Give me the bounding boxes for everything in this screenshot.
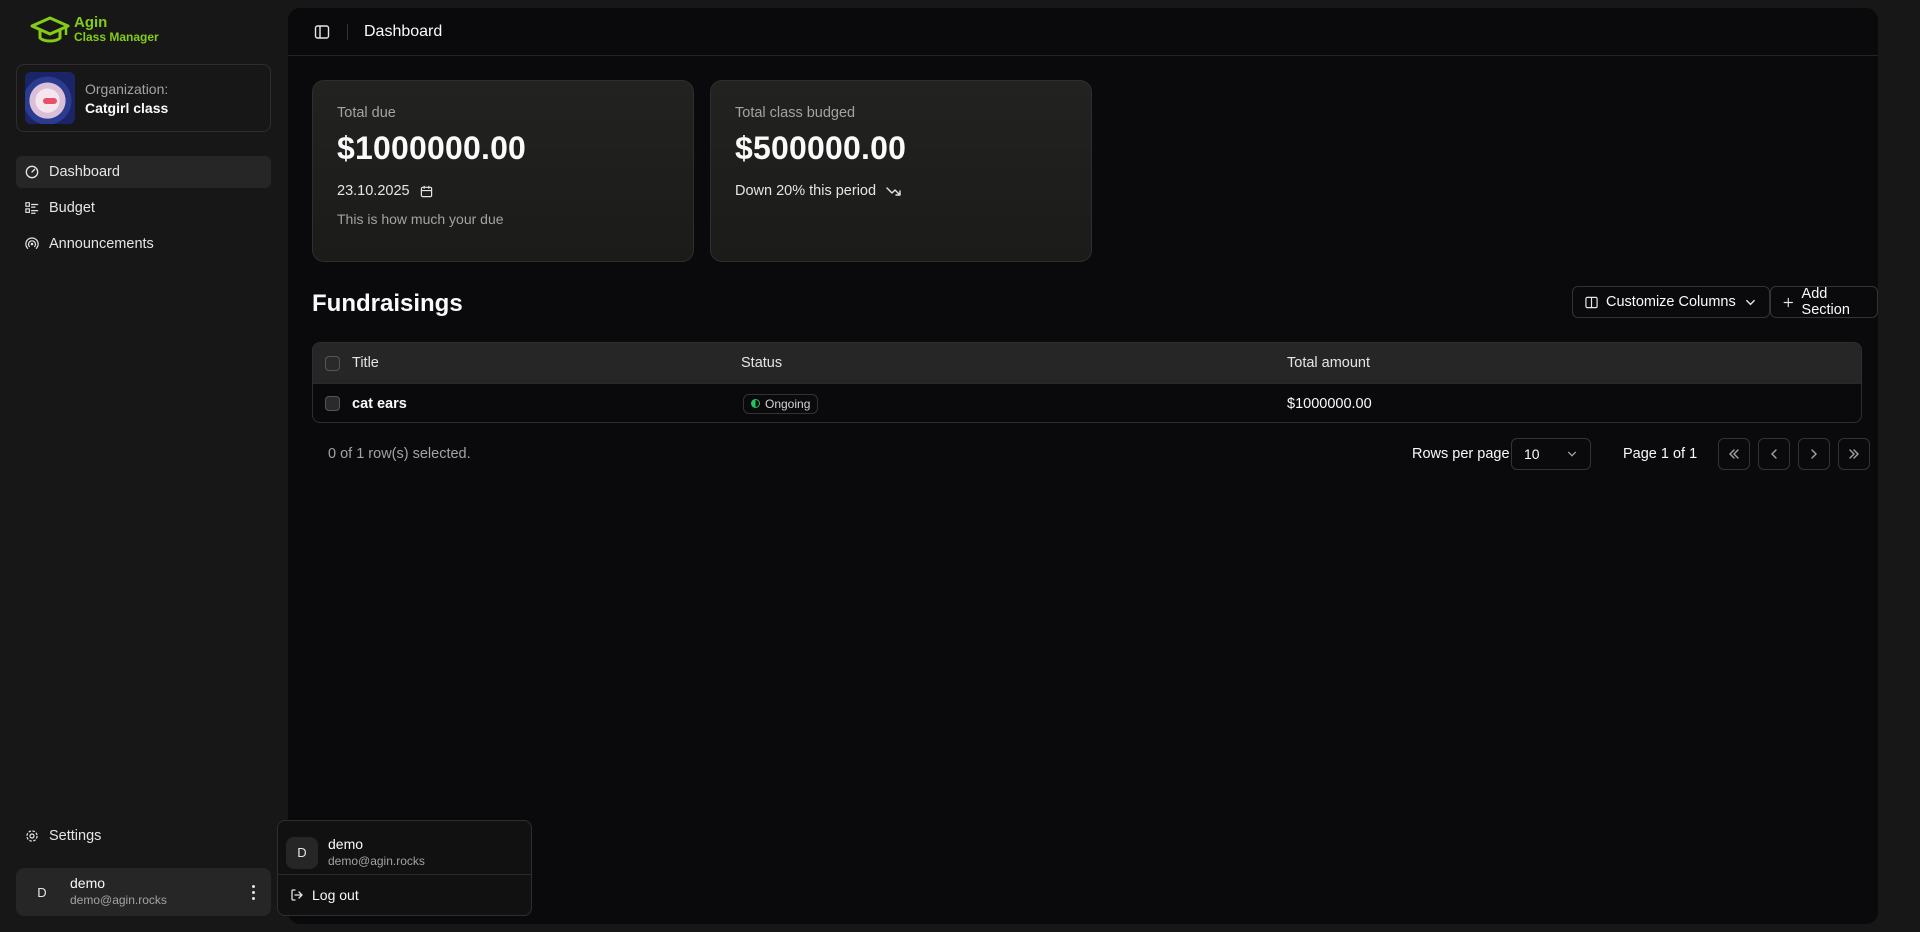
organization-avatar <box>25 72 75 124</box>
user-email: demo@agin.rocks <box>328 853 425 868</box>
topbar: Dashboard <box>288 8 1878 56</box>
organization-label: Organization: <box>85 80 169 97</box>
last-page-button[interactable] <box>1838 438 1870 470</box>
user-menu-header: D demo demo@agin.rocks <box>278 821 531 875</box>
class-budget-card: Total class budged $500000.00 Down 20% t… <box>710 80 1092 262</box>
broadcast-icon <box>25 237 39 249</box>
status-badge: Ongoing <box>743 393 819 414</box>
customize-columns-button[interactable]: Customize Columns <box>1572 286 1770 318</box>
brand-name: Agin <box>74 14 108 31</box>
total-due-card: Total due $1000000.00 23.10.2025 This is… <box>312 80 694 262</box>
card-label: Total due <box>337 105 396 121</box>
sidebar-toggle-icon[interactable] <box>314 24 330 40</box>
chevron-down-icon <box>1567 451 1577 457</box>
chevron-left-icon <box>1771 449 1777 459</box>
chevrons-right-icon <box>1849 449 1859 459</box>
sidebar-nav: Dashboard Budget Announcements <box>16 156 271 264</box>
table-header: Title Status Total amount <box>313 343 1861 383</box>
sidebar-item-label: Budget <box>49 200 95 216</box>
select-all-checkbox[interactable] <box>325 355 340 371</box>
sidebar-item-dashboard[interactable]: Dashboard <box>16 156 271 188</box>
user-dropdown-menu: D demo demo@agin.rocks Log out <box>277 820 532 916</box>
card-label: Total class budged <box>735 105 856 121</box>
gear-icon <box>26 830 38 842</box>
card-description: This is how much your due <box>337 211 504 227</box>
half-circle-icon <box>751 399 760 408</box>
calendar-icon <box>420 185 432 197</box>
sidebar: Agin Class Manager Organization: Catgirl… <box>0 0 287 932</box>
select-value: 10 <box>1524 446 1540 462</box>
user-menu-trigger[interactable]: D demo demo@agin.rocks <box>16 868 271 916</box>
selection-count: 0 of 1 row(s) selected. <box>328 446 471 462</box>
logout-menu-item[interactable]: Log out <box>278 875 531 915</box>
organization-name: Catgirl class <box>85 99 169 116</box>
breadcrumb: Dashboard <box>364 22 443 40</box>
section-title: Fundraisings <box>312 290 463 317</box>
more-vertical-icon[interactable] <box>245 884 261 900</box>
trending-down-icon <box>886 187 901 196</box>
avatar: D <box>37 884 47 900</box>
sidebar-item-label: Settings <box>49 828 102 844</box>
gauge-icon <box>25 165 39 179</box>
card-value: $500000.00 <box>735 130 907 166</box>
button-label: Customize Columns <box>1606 294 1736 310</box>
add-section-button[interactable]: Add Section <box>1770 286 1878 318</box>
status-text: Ongoing <box>765 396 811 411</box>
user-name: demo <box>70 875 106 891</box>
sidebar-settings: Settings <box>16 820 271 856</box>
cell-title: cat ears <box>352 395 407 412</box>
chevron-down-icon <box>1745 299 1755 305</box>
cell-amount: $1000000.00 <box>1287 395 1372 412</box>
sidebar-item-label: Dashboard <box>49 164 120 180</box>
sidebar-item-announcements[interactable]: Announcements <box>16 228 271 260</box>
button-label: Add Section <box>1801 286 1850 318</box>
column-header-amount[interactable]: Total amount <box>1287 355 1370 371</box>
chevron-right-icon <box>1811 449 1817 459</box>
sidebar-item-budget[interactable]: Budget <box>16 192 271 224</box>
column-header-title[interactable]: Title <box>352 355 379 371</box>
row-checkbox[interactable] <box>325 396 340 411</box>
organization-switcher[interactable]: Organization: Catgirl class <box>16 64 271 132</box>
avatar: D <box>286 836 318 869</box>
user-name: demo <box>328 835 364 852</box>
divider <box>347 23 348 40</box>
trend-text: Down 20% this period <box>735 183 877 199</box>
brand-subtitle: Class Manager <box>74 30 159 44</box>
brand-logo[interactable]: Agin Class Manager <box>30 14 159 46</box>
list-icon <box>25 202 39 214</box>
table-row[interactable]: cat ears Ongoing $1000000.00 <box>313 383 1861 422</box>
main-panel: Dashboard Total due $1000000.00 23.10.20… <box>288 8 1878 924</box>
logout-label: Log out <box>312 887 359 903</box>
next-page-button[interactable] <box>1798 438 1830 470</box>
rows-per-page-label: Rows per page <box>1412 446 1510 462</box>
sidebar-item-settings[interactable]: Settings <box>16 820 271 852</box>
page-info: Page 1 of 1 <box>1623 446 1698 462</box>
chevrons-left-icon <box>1729 449 1739 459</box>
graduation-cap-icon <box>30 16 70 43</box>
sidebar-item-label: Announcements <box>49 236 154 252</box>
first-page-button[interactable] <box>1718 438 1750 470</box>
fundraisings-table: Title Status Total amount cat ears Ongoi… <box>312 342 1862 423</box>
user-email: demo@agin.rocks <box>70 893 167 907</box>
due-date: 23.10.2025 <box>337 183 410 199</box>
card-value: $1000000.00 <box>337 130 527 166</box>
log-out-icon <box>291 889 303 901</box>
columns-icon <box>1585 296 1598 308</box>
rows-per-page-select[interactable]: 10 <box>1511 438 1591 470</box>
column-header-status[interactable]: Status <box>741 355 782 371</box>
previous-page-button[interactable] <box>1758 438 1790 470</box>
plus-icon <box>1783 297 1793 307</box>
